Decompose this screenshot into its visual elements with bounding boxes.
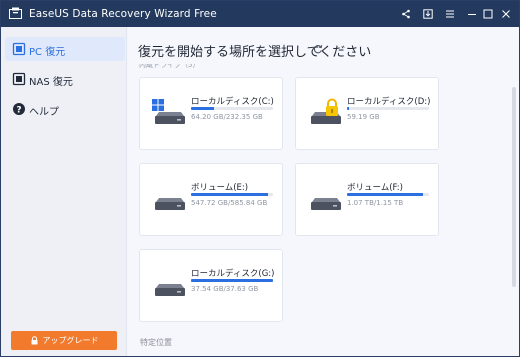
- share-button[interactable]: [397, 5, 415, 23]
- drive-name: ローカルディスク(C:): [191, 97, 274, 107]
- drive-size: 547.72 GB/585.84 GB: [191, 199, 268, 207]
- drive-usage-fill: [347, 193, 424, 196]
- sidebar: PC 復元 NAS 復元 ? ヘルプ アップグレード: [1, 27, 127, 356]
- menu-button[interactable]: [441, 5, 459, 23]
- menu-icon: [446, 10, 454, 18]
- hard-drive-windows-icon: [152, 99, 185, 124]
- close-icon: [502, 10, 510, 18]
- drive-card-c[interactable]: ローカルディスク(C:) 64.20 GB/232.35 GB: [139, 77, 283, 150]
- save-icon: [423, 9, 433, 19]
- drive-usage-bar: [347, 193, 429, 196]
- hard-drive-locked-icon: [311, 98, 341, 124]
- maximize-button[interactable]: [479, 5, 497, 23]
- hard-drive-icon: [155, 284, 185, 296]
- app-window: EaseUS Data Recovery Wizard Free PC 復元 N…: [0, 0, 520, 357]
- drive-name: ローカルディスク(G:): [191, 269, 275, 279]
- section-label-specific-location: 特定位置: [140, 338, 172, 347]
- drive-size: 59.19 GB: [347, 113, 380, 121]
- drive-size: 1.07 TB/1.15 TB: [347, 199, 404, 207]
- page-title: 復元を開始する場所を選択してください: [138, 45, 372, 60]
- drive-usage-fill: [191, 279, 273, 282]
- sidebar-item-label: ヘルプ: [29, 107, 59, 118]
- sidebar-item-nas-restore[interactable]: NAS 復元: [5, 67, 125, 91]
- help-icon: ?: [13, 103, 25, 115]
- drive-name: ボリューム(E:): [191, 183, 249, 193]
- share-icon: [402, 9, 410, 19]
- app-logo-icon: [9, 7, 22, 19]
- pc-restore-icon: [12, 42, 26, 56]
- drive-usage-bar: [191, 193, 273, 196]
- upgrade-label: アップグレード: [42, 336, 99, 345]
- drive-usage-bar: [347, 107, 429, 110]
- maximize-icon: [483, 9, 493, 19]
- hard-drive-icon: [311, 198, 341, 210]
- hard-drive-icon: [155, 198, 185, 210]
- minimize-icon: [468, 14, 476, 15]
- drive-usage-fill: [191, 107, 214, 110]
- sidebar-item-help[interactable]: ? ヘルプ: [5, 97, 125, 121]
- close-button[interactable]: [497, 5, 515, 23]
- drive-card-e[interactable]: ボリューム(E:) 547.72 GB/585.84 GB: [139, 163, 283, 236]
- drive-name: ボリューム(F:): [347, 183, 403, 193]
- drive-card-g[interactable]: ローカルディスク(G:) 37.54 GB/37.63 GB: [139, 249, 283, 322]
- sidebar-item-pc-restore[interactable]: PC 復元: [5, 37, 125, 61]
- drive-usage-bar: [191, 107, 273, 110]
- main-panel: 復元を開始する場所を選択してください 内蔵ドライブ（5） ローカルディスク(C:…: [128, 27, 519, 356]
- drive-card-f[interactable]: ボリューム(F:) 1.07 TB/1.15 TB: [295, 163, 439, 236]
- svg-text:?: ?: [16, 105, 21, 115]
- nas-icon: [12, 72, 26, 86]
- section-label-internal-drives: 内蔵ドライブ（5）: [139, 64, 200, 69]
- drive-card-d[interactable]: ローカルディスク(D:) 59.19 GB: [295, 77, 439, 150]
- drive-usage-fill: [191, 193, 268, 196]
- lock-icon: [31, 336, 37, 345]
- drive-usage-bar: [191, 279, 273, 282]
- sidebar-item-label: PC 復元: [29, 47, 66, 58]
- sidebar-item-label: NAS 復元: [29, 77, 73, 88]
- drive-name: ローカルディスク(D:): [347, 97, 431, 107]
- save-button[interactable]: [419, 5, 437, 23]
- upgrade-button[interactable]: アップグレード: [11, 331, 117, 350]
- drive-size: 37.54 GB/37.63 GB: [191, 285, 259, 293]
- scrollbar[interactable]: [512, 87, 516, 287]
- window-title: EaseUS Data Recovery Wizard Free: [29, 8, 217, 20]
- refresh-icon[interactable]: [313, 44, 323, 54]
- title-bar: EaseUS Data Recovery Wizard Free: [1, 1, 519, 27]
- drive-usage-fill: [347, 107, 349, 110]
- drive-size: 64.20 GB/232.35 GB: [191, 113, 263, 121]
